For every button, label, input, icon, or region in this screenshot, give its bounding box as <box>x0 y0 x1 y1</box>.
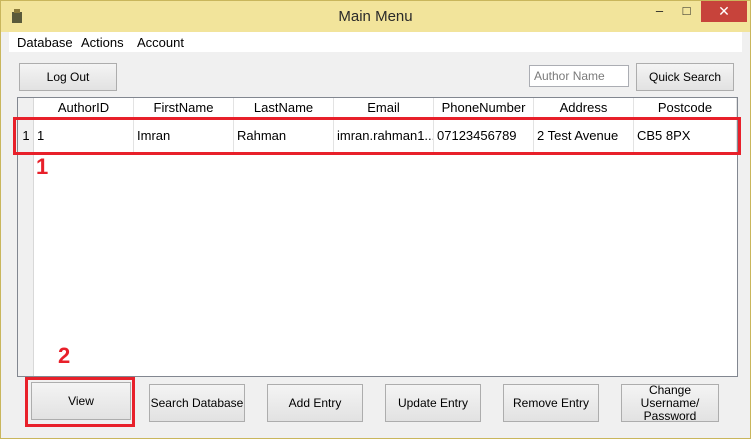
view-button[interactable]: View <box>31 382 131 420</box>
cell-postcode[interactable]: CB5 8PX <box>634 119 737 153</box>
client-area: Database Actions Account Log Out Quick S… <box>9 32 742 432</box>
menu-bar: Database Actions Account <box>9 32 742 52</box>
row-number[interactable]: 1 <box>18 119 34 153</box>
column-header-phonenumber[interactable]: PhoneNumber <box>434 98 534 119</box>
main-window: Main Menu – □ ✕ Database Actions Account… <box>0 0 751 439</box>
menu-database[interactable]: Database <box>17 35 73 50</box>
cell-firstname[interactable]: Imran <box>134 119 234 153</box>
menu-account[interactable]: Account <box>137 35 184 50</box>
close-button[interactable]: ✕ <box>701 1 747 22</box>
search-database-button[interactable]: Search Database <box>149 384 245 422</box>
cell-phonenumber[interactable]: 07123456789 <box>434 119 534 153</box>
column-header-lastname[interactable]: LastName <box>234 98 334 119</box>
title-bar[interactable]: Main Menu – □ ✕ <box>1 1 750 32</box>
change-username-password-button[interactable]: Change Username/ Password <box>621 383 719 422</box>
log-out-button[interactable]: Log Out <box>19 63 117 91</box>
column-header-firstname[interactable]: FirstName <box>134 98 234 119</box>
cell-authorid[interactable]: 1 <box>34 119 134 153</box>
add-entry-button[interactable]: Add Entry <box>267 384 363 422</box>
cell-address[interactable]: 2 Test Avenue <box>534 119 634 153</box>
authors-table[interactable]: AuthorID FirstName LastName Email PhoneN… <box>17 97 738 377</box>
minimize-button[interactable]: – <box>646 1 673 22</box>
annotation-label-1: 1 <box>36 154 49 179</box>
menu-actions[interactable]: Actions <box>81 35 124 50</box>
column-header-address[interactable]: Address <box>534 98 634 119</box>
cell-lastname[interactable]: Rahman <box>234 119 334 153</box>
annotation-label-2: 2 <box>58 343 71 368</box>
quick-search-button[interactable]: Quick Search <box>636 63 734 91</box>
remove-entry-button[interactable]: Remove Entry <box>503 384 599 422</box>
column-header-postcode[interactable]: Postcode <box>634 98 737 119</box>
author-name-input[interactable] <box>529 65 629 87</box>
column-header-authorid[interactable]: AuthorID <box>34 98 134 119</box>
cell-email[interactable]: imran.rahman1... <box>334 119 434 153</box>
update-entry-button[interactable]: Update Entry <box>385 384 481 422</box>
column-header-email[interactable]: Email <box>334 98 434 119</box>
maximize-button[interactable]: □ <box>673 1 700 22</box>
window-title: Main Menu <box>338 8 413 25</box>
